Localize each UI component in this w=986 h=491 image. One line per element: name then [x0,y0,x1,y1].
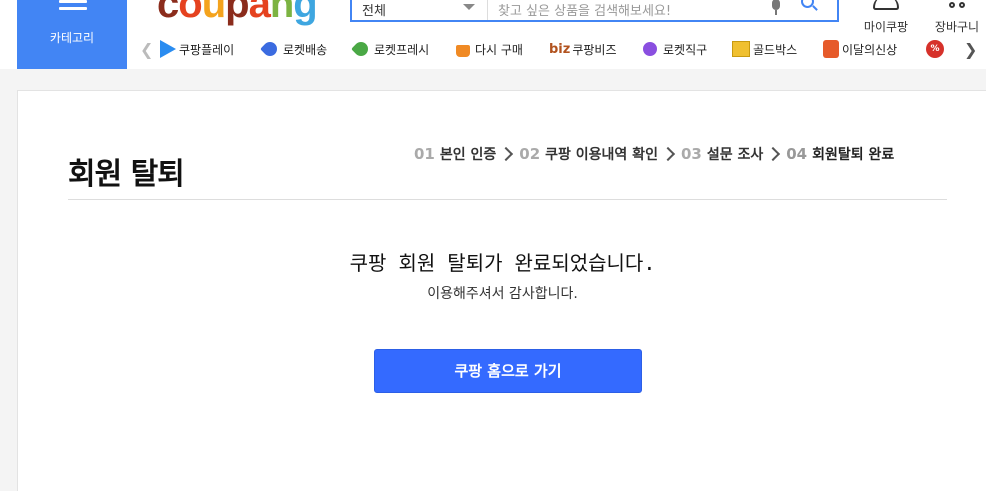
cart-label: 장바구니 [934,20,980,34]
search-icon[interactable] [801,0,819,13]
search-input[interactable]: 찾고 싶은 상품을 검색해보세요! [498,0,671,19]
quick-item-coupang-biz[interactable]: biz 쿠팡비즈 [549,36,617,62]
withdrawal-card: 회원 탈퇴 01 본인 인증 02 쿠팡 이용내역 확인 03 설문 조사 04… [17,90,986,491]
chevron-left-icon[interactable]: ❮ [140,40,153,59]
play-icon [160,40,176,58]
chevron-right-icon [766,146,781,162]
top-header: 카테고리 coupang 전체 찾고 싶은 상품을 검색해보세요! 마이쿠팡 장… [0,0,986,69]
rocket-direct-icon [640,39,660,59]
quick-item-label: 로켓프레시 [374,42,430,57]
quick-item-label: 다시 구매 [475,42,523,57]
quick-menu: ❮ 쿠팡플레이 로켓배송 로켓프레시 다시 구매 biz 쿠팡비즈 로켓직구 골… [140,36,986,62]
quick-item-coupang-play[interactable]: 쿠팡플레이 [160,36,234,62]
cart-button[interactable]: 장바구니 [928,0,986,40]
go-home-button[interactable]: 쿠팡 홈으로 가기 [374,349,642,393]
cart-icon [946,0,968,12]
quick-item-label: 이달의신상 [842,42,898,57]
quick-item-label: 골드박스 [753,42,798,57]
quick-item-label: 로켓직구 [663,42,708,57]
my-coupang-button[interactable]: 마이쿠팡 [858,0,914,40]
quick-item-label: 로켓배송 [283,42,328,57]
discount-icon: % [926,40,944,58]
page-title: 회원 탈퇴 [68,157,185,192]
quick-item-rocket-delivery[interactable]: 로켓배송 [260,36,328,62]
step-2: 02 쿠팡 이용내역 확인 [519,145,658,163]
title-divider [68,199,947,200]
category-label: 카테고리 [49,31,95,45]
thank-you-message: 이용해주셔서 감사합니다. [427,286,578,302]
quick-item-new-arrivals[interactable]: 이달의신상 [823,36,897,62]
chevron-right-icon [499,146,514,162]
step-indicator: 01 본인 인증 02 쿠팡 이용내역 확인 03 설문 조사 04 회원탈퇴 … [414,144,894,164]
person-icon [873,0,899,12]
quick-item-buy-again[interactable]: 다시 구매 [456,36,523,62]
category-menu-button[interactable]: 카테고리 [17,0,127,69]
step-1: 01 본인 인증 [414,145,497,163]
quick-item-label: 쿠팡비즈 [572,42,617,57]
rocket-icon [260,39,280,59]
chevron-right-icon [660,146,676,162]
rocket-fresh-icon [351,39,371,59]
search-category-value: 전체 [362,4,386,19]
step-3: 03 설문 조사 [680,145,764,163]
chevron-right-icon[interactable]: ❯ [964,40,977,59]
quick-item-gold-box[interactable]: 골드박스 [732,36,797,62]
search-bar: 전체 찾고 싶은 상품을 검색해보세요! [350,0,839,22]
quick-item-discount[interactable]: % [926,36,947,62]
shopping-bag-icon [456,45,470,57]
caret-down-icon [463,4,475,10]
search-category-select[interactable]: 전체 [352,0,488,20]
coupang-logo[interactable]: coupang [157,0,318,27]
step-4: 04 회원탈퇴 완료 [786,145,895,163]
microphone-icon[interactable] [770,0,782,17]
my-coupang-label: 마이쿠팡 [863,20,909,34]
quick-item-rocket-direct[interactable]: 로켓직구 [640,36,708,62]
gold-box-icon [732,41,750,57]
quick-item-rocket-fresh[interactable]: 로켓프레시 [351,36,430,62]
completion-message: 쿠팡 회원 탈퇴가 완료되었습니다. [349,251,656,275]
quick-item-label: 쿠팡플레이 [179,42,235,57]
hamburger-icon [59,0,87,14]
biz-icon: biz [549,41,571,57]
new-arrivals-icon [823,40,839,58]
